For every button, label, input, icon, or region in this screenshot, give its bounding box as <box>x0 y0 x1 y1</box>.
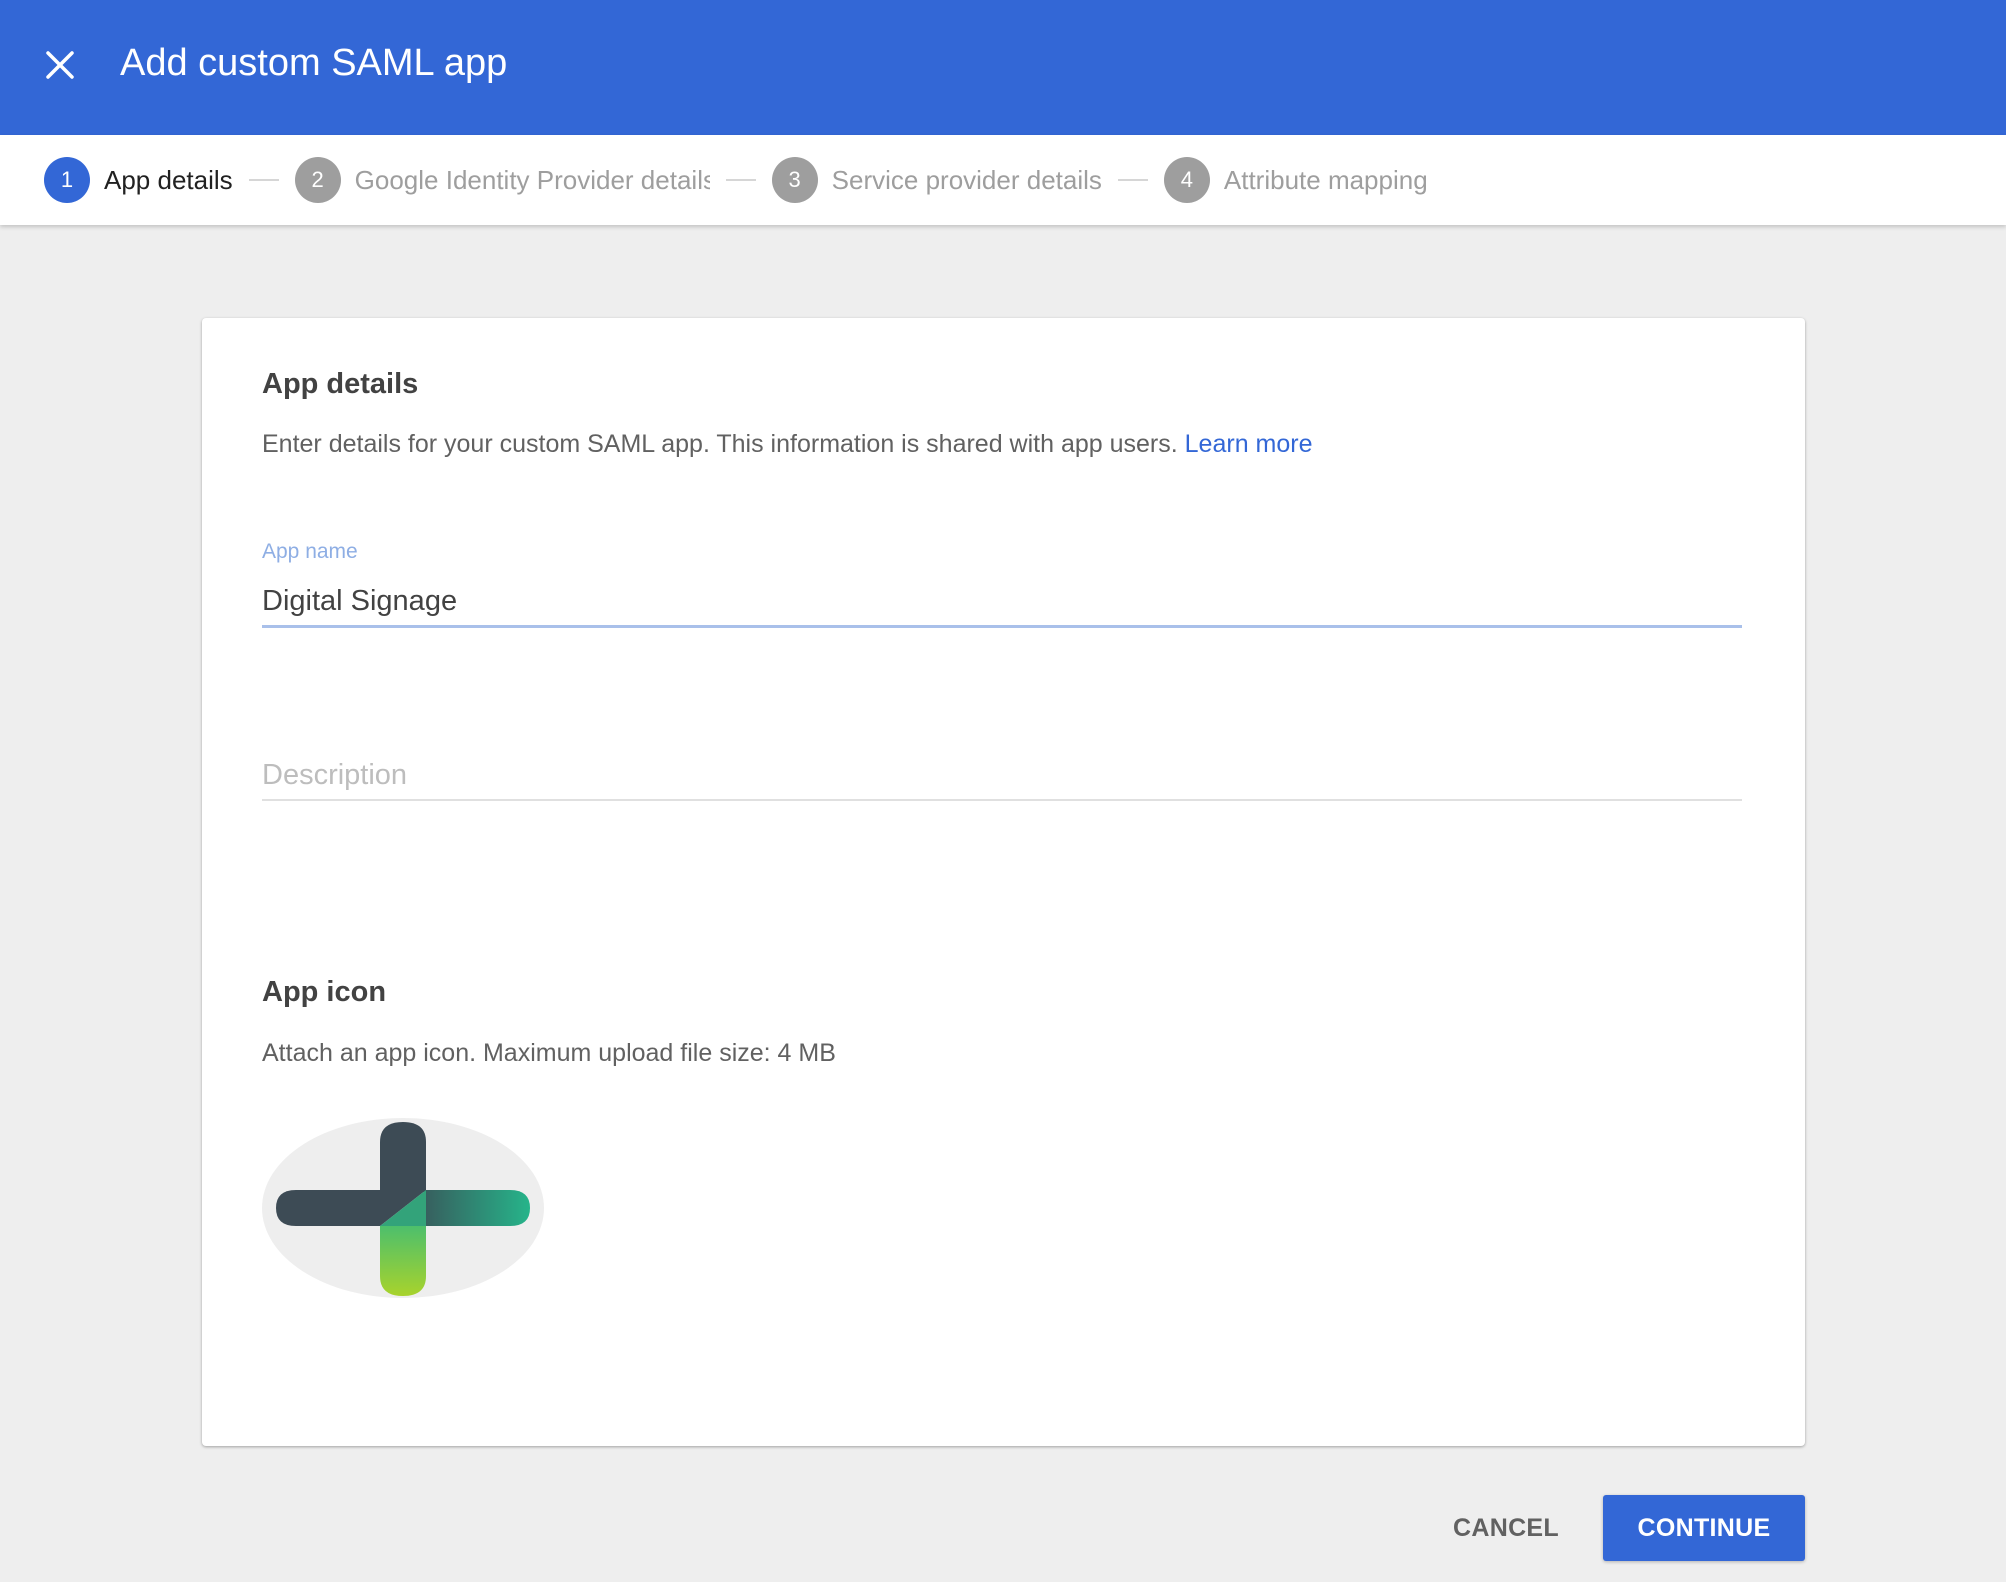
app-icon-description: Attach an app icon. Maximum upload file … <box>262 1039 836 1067</box>
description-underline <box>262 799 1742 801</box>
continue-button[interactable]: CONTINUE <box>1603 1495 1805 1561</box>
close-icon <box>46 51 74 79</box>
app-icon-upload[interactable] <box>262 1118 544 1298</box>
step-connector <box>725 179 756 181</box>
step-service-provider-details[interactable]: 3 Service provider details <box>771 157 1102 203</box>
step-number: 2 <box>294 157 341 203</box>
close-button[interactable] <box>40 45 80 85</box>
stepper: 1 App details 2 Google Identity Provider… <box>0 135 2006 225</box>
step-connector <box>1117 179 1148 181</box>
app-details-description-text: Enter details for your custom SAML app. … <box>262 430 1178 458</box>
header-bar: Add custom SAML app <box>0 0 2006 135</box>
app-name-input[interactable] <box>262 580 1742 622</box>
app-icon-heading: App icon <box>262 976 387 1008</box>
app-details-heading: App details <box>262 368 419 400</box>
step-label: Google Identity Provider details <box>354 164 710 195</box>
app-details-description: Enter details for your custom SAML app. … <box>262 430 1313 459</box>
page-title: Add custom SAML app <box>120 42 508 84</box>
cancel-button[interactable]: CANCEL <box>1436 1495 1576 1561</box>
description-input[interactable] <box>262 754 1742 796</box>
step-attribute-mapping[interactable]: 4 Attribute mapping <box>1163 157 1428 203</box>
app-name-label: App name <box>262 540 358 563</box>
step-number: 4 <box>1163 157 1210 203</box>
learn-more-link[interactable]: Learn more <box>1185 430 1313 458</box>
step-number: 1 <box>44 157 90 203</box>
app-logo-cross-icon <box>276 1122 530 1296</box>
step-connector <box>248 179 279 181</box>
step-label: Service provider details <box>831 164 1102 195</box>
step-google-idp-details[interactable]: 2 Google Identity Provider details <box>294 157 710 203</box>
step-label: App details <box>104 164 233 195</box>
app-name-underline <box>262 625 1742 628</box>
step-number: 3 <box>771 157 818 203</box>
app-details-card: App details Enter details for your custo… <box>202 318 1805 1446</box>
step-label: Attribute mapping <box>1223 164 1428 195</box>
step-app-details[interactable]: 1 App details <box>44 157 233 203</box>
